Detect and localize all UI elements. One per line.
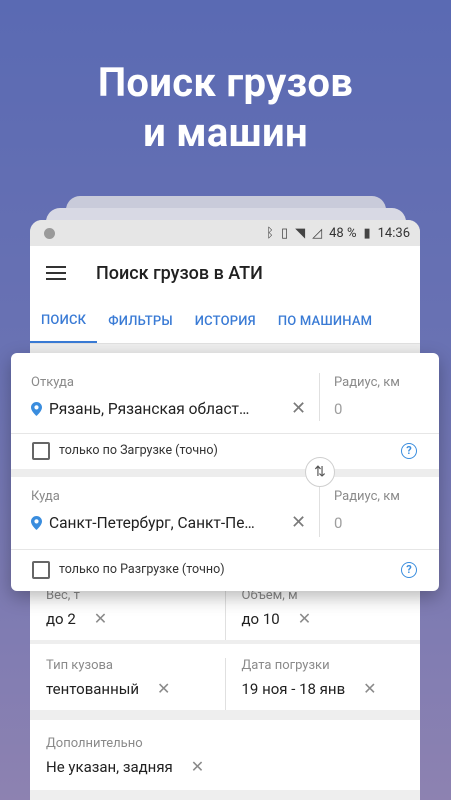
help-icon[interactable]: ? bbox=[401, 442, 417, 459]
battery-percent: 48 % bbox=[329, 225, 357, 241]
promo-line-1: Поиск грузов bbox=[97, 59, 354, 106]
loading-date-value: 19 ноя - 18 янв bbox=[241, 679, 346, 698]
page-title: Поиск грузов в АТИ bbox=[96, 262, 263, 284]
to-exact-checkbox[interactable] bbox=[32, 560, 50, 579]
tab-by-trucks[interactable]: ПО МАШИНАМ bbox=[267, 300, 383, 343]
clear-from-icon[interactable]: ✕ bbox=[291, 398, 306, 419]
clear-weight-icon[interactable]: ✕ bbox=[94, 609, 107, 628]
swap-arrows-icon: ⇅ bbox=[314, 464, 326, 480]
from-exact-checkbox[interactable] bbox=[32, 441, 50, 460]
loading-date-field[interactable]: Дата погрузки 19 ноя - 18 янв ✕ bbox=[224, 658, 421, 710]
status-bar: ᛒ ▯ ◥ ◿ 48 % ▮ 14:36 bbox=[30, 220, 420, 246]
to-radius-label: Радиус, км bbox=[334, 489, 400, 504]
volume-field[interactable]: Объем, м до 10 ✕ bbox=[224, 588, 421, 640]
help-icon[interactable]: ? bbox=[401, 561, 417, 578]
bluetooth-icon: ᛒ bbox=[266, 225, 274, 241]
from-exact-label: только по Загрузке (точно) bbox=[59, 443, 218, 458]
location-pin-icon bbox=[31, 401, 42, 416]
from-radius-label: Радиус, км bbox=[334, 375, 400, 390]
promo-line-2: и машин bbox=[143, 109, 308, 156]
swap-route-button[interactable]: ⇅ bbox=[305, 457, 335, 487]
menu-icon[interactable] bbox=[46, 266, 66, 280]
loading-date-label: Дата погрузки bbox=[241, 658, 330, 673]
clear-loading-date-icon[interactable]: ✕ bbox=[363, 679, 376, 698]
route-divider bbox=[11, 469, 439, 477]
from-radius-field[interactable]: Радиус, км 0 bbox=[319, 373, 439, 421]
to-field[interactable]: Куда Санкт-Петербург, Санкт-Пе… ✕ bbox=[11, 477, 319, 549]
clear-extra-icon[interactable]: ✕ bbox=[191, 757, 204, 776]
from-exact-row: только по Загрузке (точно) ? bbox=[11, 433, 439, 467]
weight-value: до 2 bbox=[46, 609, 76, 628]
to-label: Куда bbox=[31, 489, 60, 504]
volume-value: до 10 bbox=[241, 609, 280, 628]
to-row: Куда Санкт-Петербург, Санкт-Пе… ✕ Радиус… bbox=[11, 477, 439, 549]
from-row: Откуда Рязань, Рязанская област… ✕ Радиу… bbox=[11, 353, 439, 433]
wifi-icon: ◥ bbox=[295, 225, 306, 241]
body-type-field[interactable]: Тип кузова тентованный ✕ bbox=[30, 658, 225, 710]
to-value: Санкт-Петербург, Санкт-Пе… bbox=[49, 513, 255, 532]
extra-field[interactable]: Дополнительно Не указан, задняя ✕ bbox=[30, 736, 420, 790]
notification-dot-icon bbox=[44, 227, 55, 239]
to-exact-row: только по Разгрузке (точно) ? bbox=[11, 549, 439, 589]
to-radius-field[interactable]: Радиус, км 0 bbox=[319, 487, 439, 537]
from-radius-value: 0 bbox=[334, 400, 343, 418]
weight-field[interactable]: Вес, т до 2 ✕ bbox=[30, 588, 225, 640]
body-type-value: тентованный bbox=[46, 679, 140, 698]
tab-filters[interactable]: ФИЛЬТРЫ bbox=[97, 300, 184, 343]
extra-value: Не указан, задняя bbox=[46, 757, 173, 776]
clear-to-icon[interactable]: ✕ bbox=[291, 512, 306, 533]
from-label: Откуда bbox=[31, 375, 74, 390]
promo-headline: Поиск грузов и машин bbox=[0, 58, 451, 158]
from-value: Рязань, Рязанская област… bbox=[49, 399, 250, 418]
extra-label: Дополнительно bbox=[46, 736, 143, 751]
extra-row: Дополнительно Не указан, задняя ✕ bbox=[30, 720, 420, 790]
clear-body-type-icon[interactable]: ✕ bbox=[157, 679, 170, 698]
signal-icon: ◿ bbox=[312, 225, 323, 241]
tab-history[interactable]: ИСТОРИЯ bbox=[184, 300, 267, 343]
location-pin-icon bbox=[31, 515, 42, 530]
vibrate-icon: ▯ bbox=[280, 225, 289, 241]
from-field[interactable]: Откуда Рязань, Рязанская област… ✕ bbox=[11, 353, 319, 433]
to-radius-value: 0 bbox=[334, 514, 343, 532]
route-card: Откуда Рязань, Рязанская област… ✕ Радиу… bbox=[11, 353, 439, 591]
tab-search[interactable]: ПОИСК bbox=[30, 300, 98, 343]
body-type-label: Тип кузова bbox=[46, 658, 113, 673]
to-exact-label: только по Разгрузке (точно) bbox=[59, 562, 225, 577]
clear-volume-icon[interactable]: ✕ bbox=[298, 609, 311, 628]
app-bar: Поиск грузов в АТИ bbox=[30, 246, 420, 300]
battery-icon: ▮ bbox=[363, 225, 371, 241]
clock: 14:36 bbox=[377, 225, 410, 241]
body-date-row: Тип кузова тентованный ✕ Дата погрузки 19… bbox=[30, 644, 420, 710]
tab-bar: ПОИСК ФИЛЬТРЫ ИСТОРИЯ ПО МАШИНАМ bbox=[30, 300, 420, 344]
